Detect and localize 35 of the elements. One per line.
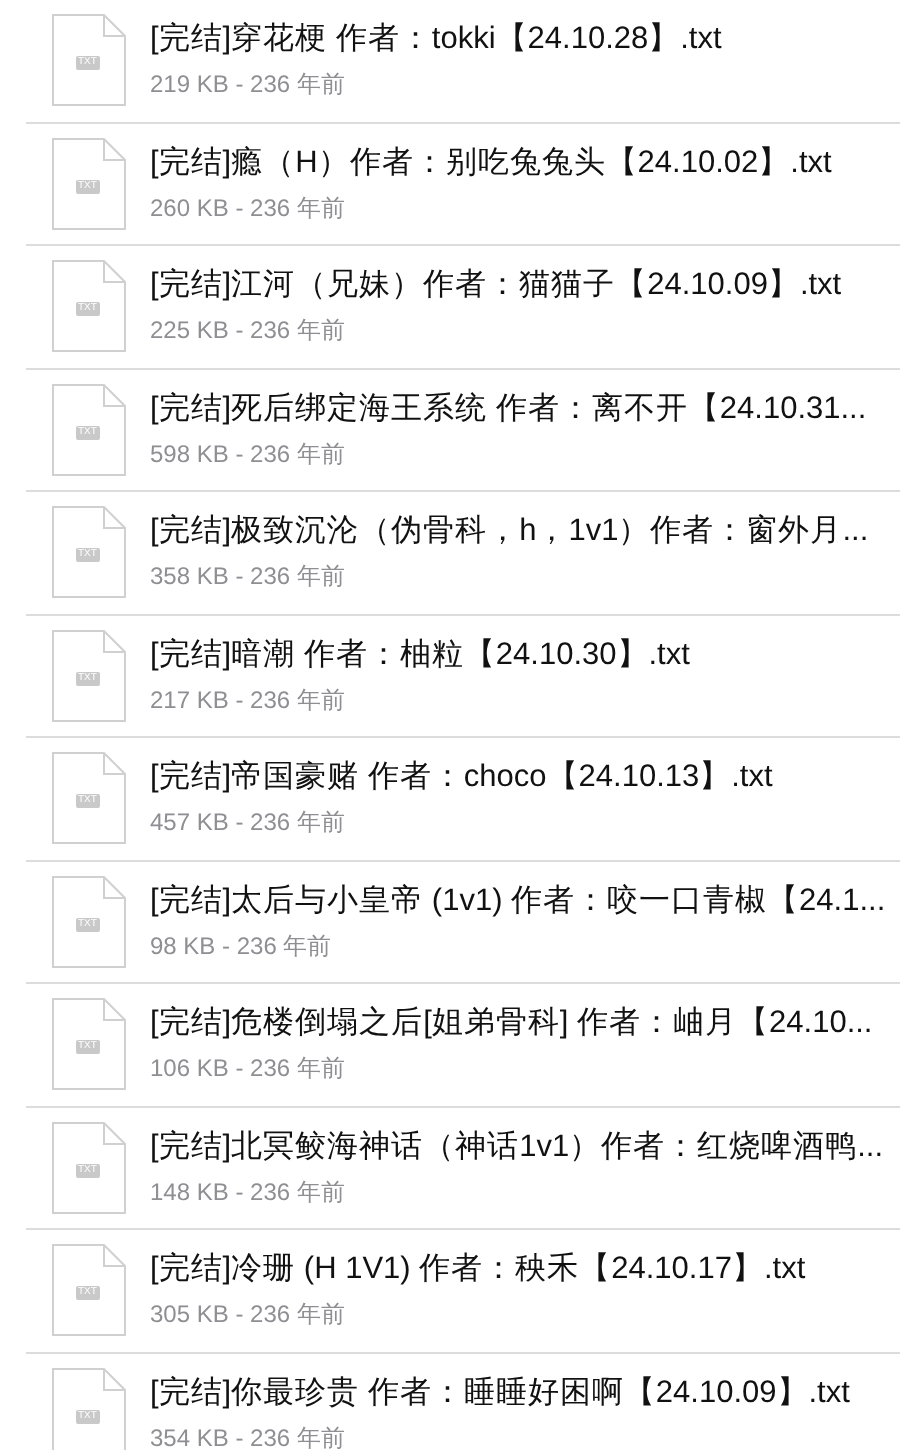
document-icon — [51, 383, 125, 476]
file-name[interactable]: [完结]死后绑定海王系统 作者：离不开【24.10.31... — [150, 389, 867, 430]
file-details: 358 KB - 236 年前 — [150, 560, 347, 593]
document-icon — [51, 14, 125, 107]
file-details: 354 KB - 236 年前 — [150, 1421, 347, 1450]
file-name[interactable]: [完结]北冥鲛海神话（神话1v1）作者：红烧啤酒鸭... — [150, 1127, 884, 1168]
file-details: 260 KB - 236 年前 — [150, 191, 347, 224]
file-details: 148 KB - 236 年前 — [150, 1175, 347, 1208]
file-name[interactable]: [完结]太后与小皇帝 (1v1) 作者：咬一口青椒【24.1... — [150, 881, 886, 922]
document-icon — [51, 752, 125, 845]
document-icon — [51, 1244, 125, 1337]
file-details: 457 KB - 236 年前 — [150, 806, 347, 839]
document-icon — [51, 1121, 125, 1214]
file-name[interactable]: [完结]危楼倒塌之后[姐弟骨科] 作者：岫月【24.10... — [150, 1004, 873, 1045]
file-name[interactable]: [完结]江河（兄妹）作者：猫猫子【24.10.09】.txt — [150, 266, 842, 307]
file-name[interactable]: [完结]极致沉沦（伪骨科，h，1v1）作者：窗外月... — [150, 512, 869, 553]
file-name[interactable]: [完结]冷珊 (H 1V1) 作者：秧禾【24.10.17】.txt — [150, 1250, 806, 1291]
document-icon — [51, 629, 125, 722]
document-icon — [51, 506, 125, 599]
file-details: 225 KB - 236 年前 — [150, 314, 347, 347]
file-name[interactable]: [完结]穿花梗 作者：tokki【24.10.28】.txt — [150, 20, 722, 61]
file-details: 598 KB - 236 年前 — [150, 437, 347, 470]
file-details: 98 KB - 236 年前 — [150, 929, 334, 962]
file-details: 106 KB - 236 年前 — [150, 1052, 347, 1085]
file-details: 219 KB - 236 年前 — [150, 68, 347, 101]
file-name[interactable]: [完结]瘾（H）作者：别吃兔兔头【24.10.02】.txt — [150, 143, 832, 184]
file-details: 217 KB - 236 年前 — [150, 683, 347, 716]
file-name[interactable]: [完结]暗潮 作者：柚粒【24.10.30】.txt — [150, 635, 690, 676]
document-icon — [51, 260, 125, 353]
document-icon — [51, 875, 125, 968]
file-details: 305 KB - 236 年前 — [150, 1298, 347, 1331]
document-icon — [51, 137, 125, 230]
document-icon — [51, 998, 125, 1091]
file-name[interactable]: [完结]你最珍贵 作者：睡睡好困啊【24.10.09】.txt — [150, 1373, 850, 1414]
file-name[interactable]: [完结]帝国豪赌 作者：choco【24.10.13】.txt — [150, 758, 773, 799]
